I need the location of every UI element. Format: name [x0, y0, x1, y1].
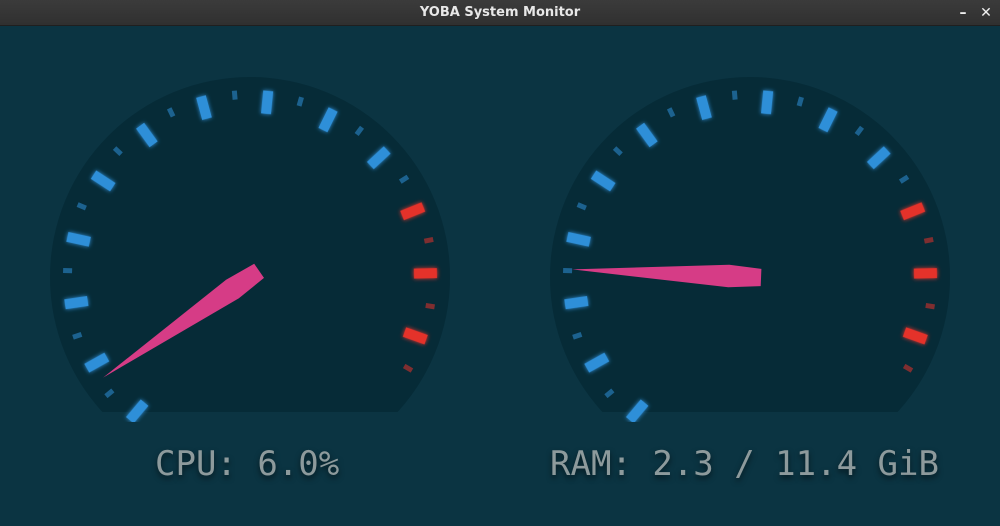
cpu-minor-tick	[231, 90, 238, 100]
ram-gauge-dial	[550, 77, 950, 422]
cpu-major-tick	[413, 268, 438, 279]
cpu-dial-face	[50, 77, 450, 412]
cpu-gauge	[45, 62, 455, 422]
minimize-button[interactable]: –	[952, 0, 974, 26]
ram-dial-face	[550, 77, 950, 412]
close-button[interactable]: ✕	[975, 0, 997, 26]
ram-gauge	[545, 62, 955, 422]
app-window: YOBA System Monitor – ✕ CPU: 6.0% RAM: 2…	[0, 0, 1000, 526]
ram-minor-tick	[731, 90, 738, 100]
ram-minor-tick	[563, 267, 573, 274]
window-title: YOBA System Monitor	[419, 5, 581, 20]
ram-readout: RAM: 2.3 / 11.4 GiB	[550, 444, 939, 484]
title-bar[interactable]: YOBA System Monitor – ✕	[0, 0, 1000, 26]
cpu-minor-tick	[63, 267, 73, 274]
cpu-readout: CPU: 6.0%	[155, 444, 340, 484]
ram-major-tick	[913, 268, 938, 279]
cpu-gauge-dial	[50, 77, 450, 422]
